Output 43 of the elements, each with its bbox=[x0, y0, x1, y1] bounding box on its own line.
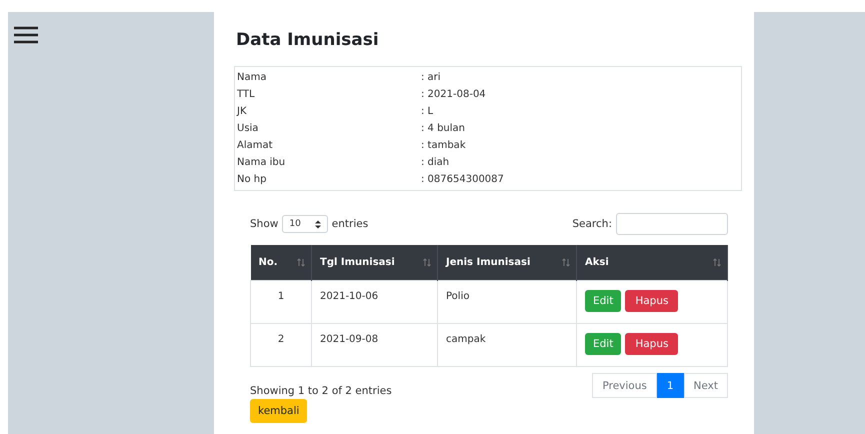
sort-icon bbox=[297, 258, 305, 267]
detail-label: Nama bbox=[237, 71, 268, 85]
entries-label: entries bbox=[332, 218, 368, 230]
back-button[interactable]: kembali bbox=[250, 399, 308, 423]
detail-label: TTL bbox=[237, 88, 256, 102]
detail-label: Usia bbox=[237, 122, 260, 136]
detail-label: Alamat bbox=[237, 139, 274, 153]
column-header[interactable]: Tgl Imunisasi bbox=[312, 245, 438, 280]
detail-value: : 087654300087 bbox=[421, 173, 505, 187]
table-cell: Polio bbox=[438, 280, 576, 324]
sort-icon bbox=[713, 258, 721, 267]
table-cell: campak bbox=[438, 324, 576, 366]
search-field[interactable] bbox=[616, 213, 728, 235]
pagination-button[interactable]: 1 bbox=[656, 373, 684, 398]
detail-value: : 4 bulan bbox=[421, 122, 466, 136]
search-label: Search: bbox=[572, 218, 612, 230]
detail-label: Nama ibu bbox=[237, 156, 286, 170]
detail-value: : diah bbox=[421, 156, 450, 170]
edit-button[interactable]: Edit bbox=[585, 333, 622, 355]
column-header[interactable]: Aksi bbox=[576, 245, 728, 280]
detail-label: JK bbox=[237, 105, 248, 119]
column-header[interactable]: Jenis Imunisasi bbox=[438, 245, 576, 280]
table-cell: 2 bbox=[250, 324, 312, 366]
spinner-icon bbox=[314, 220, 321, 228]
table-cell: 1 bbox=[250, 280, 312, 324]
column-header[interactable]: No. bbox=[250, 245, 312, 280]
page-size-select[interactable]: 10 bbox=[282, 215, 328, 233]
entries-info: Showing 1 to 2 of 2 entries bbox=[250, 385, 392, 398]
detail-value: : ari bbox=[421, 71, 442, 85]
delete-button[interactable]: Hapus bbox=[625, 290, 678, 312]
detail-label: No hp bbox=[237, 173, 268, 187]
edit-button[interactable]: Edit bbox=[585, 290, 622, 312]
detail-value: : L bbox=[421, 105, 434, 119]
show-label: Show bbox=[250, 218, 278, 230]
detail-value: : 2021-08-04 bbox=[421, 88, 487, 102]
sort-icon bbox=[562, 258, 570, 267]
delete-button[interactable]: Hapus bbox=[625, 333, 678, 355]
menu-icon[interactable] bbox=[14, 26, 38, 44]
table-cell: 2021-09-08 bbox=[312, 324, 438, 366]
sort-icon bbox=[423, 258, 431, 267]
detail-value: : tambak bbox=[421, 139, 467, 153]
page-title: Data Imunisasi bbox=[236, 30, 379, 50]
table-cell: 2021-10-06 bbox=[312, 280, 438, 324]
